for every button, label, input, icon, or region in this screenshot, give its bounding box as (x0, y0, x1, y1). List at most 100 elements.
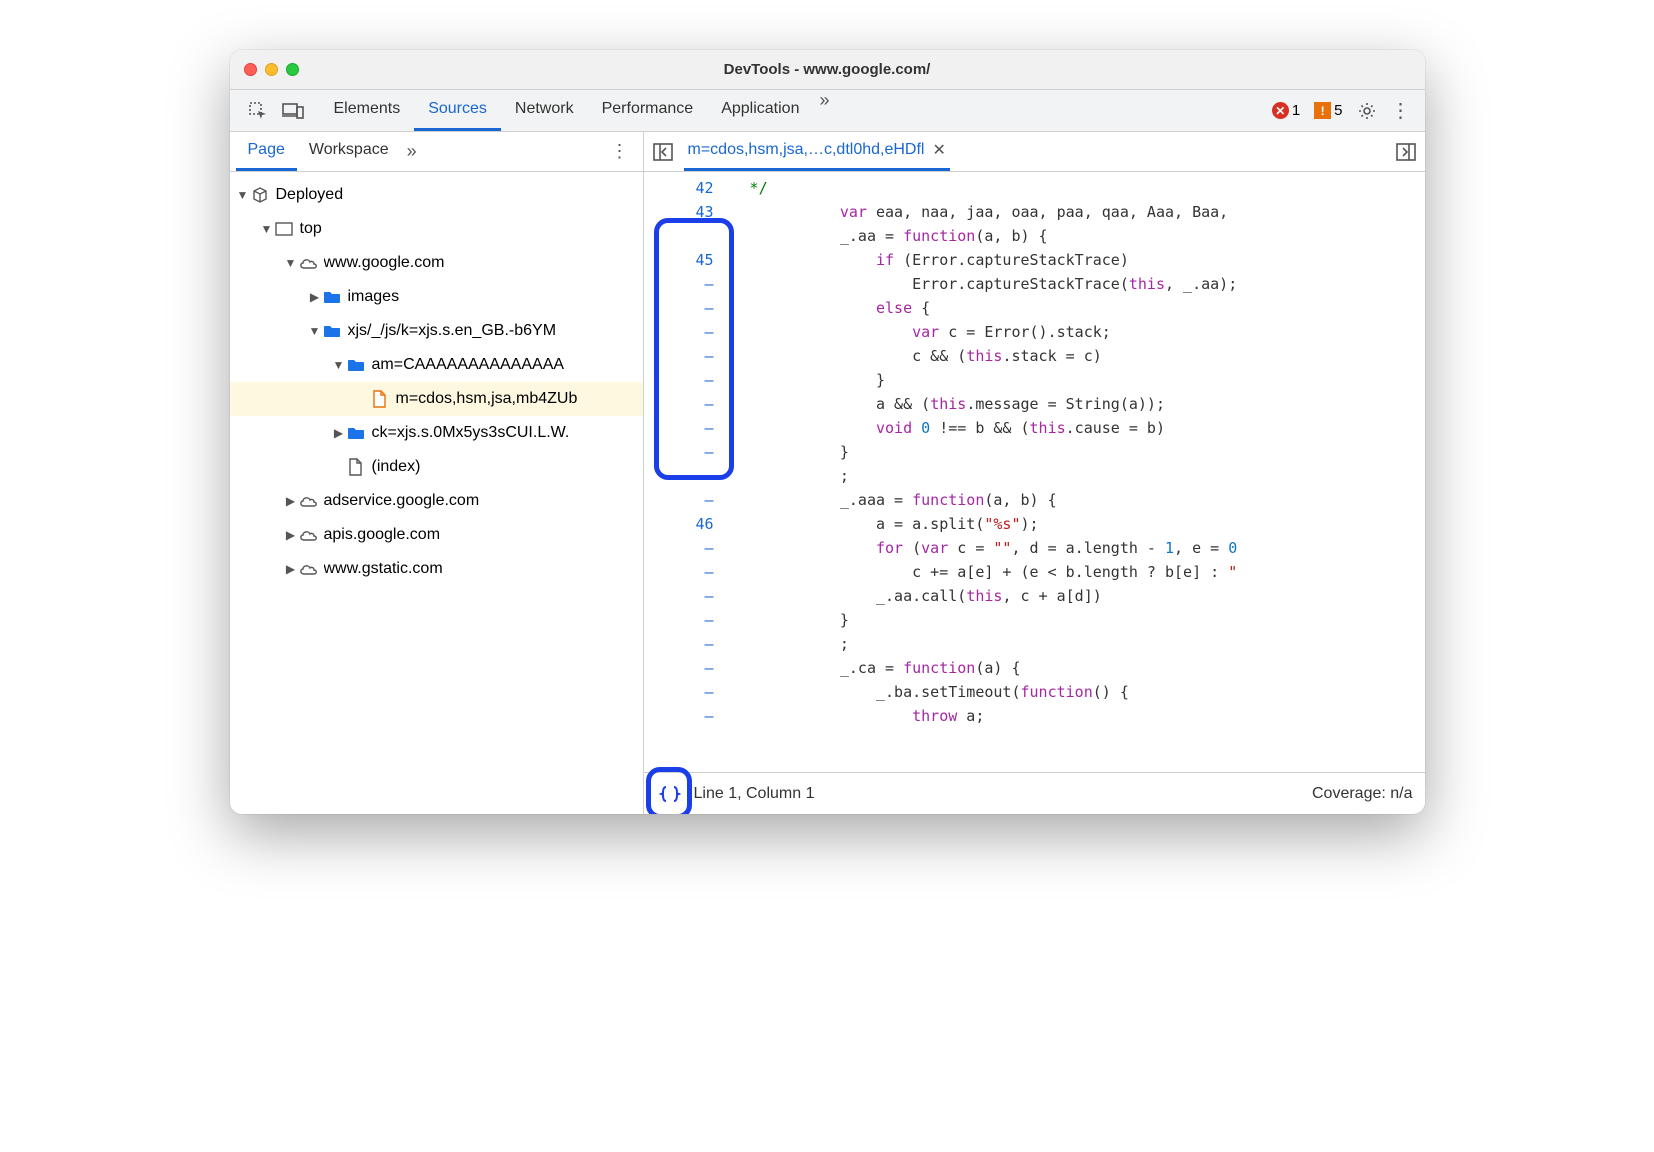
tree-label: (index) (372, 458, 421, 476)
tree-label: ck=xjs.s.0Mx5ys3sCUI.L.W. (372, 424, 570, 442)
file-js-icon (370, 390, 390, 408)
code-line: void 0 !== b && (this.cause = b) (732, 416, 1425, 440)
tree-row[interactable]: ▼xjs/_/js/k=xjs.s.en_GB.-b6YM (230, 314, 643, 348)
tree-row[interactable]: ▶ ck=xjs.s.0Mx5ys3sCUI.L.W. (230, 416, 643, 450)
line-number[interactable]: 45 (644, 248, 714, 272)
gutter-fold-dash[interactable] (644, 608, 714, 632)
chevron-down-icon[interactable]: ▼ (308, 324, 322, 338)
gutter-fold-dash[interactable] (644, 536, 714, 560)
tree-label: Deployed (276, 186, 344, 204)
window-title: DevTools - www.google.com/ (230, 61, 1425, 78)
chevron-down-icon[interactable]: ▼ (332, 358, 346, 372)
errors-count: 1 (1292, 102, 1300, 119)
gutter-fold-dash[interactable] (644, 320, 714, 344)
tree-row[interactable]: m=cdos,hsm,jsa,mb4ZUb (230, 382, 643, 416)
tree-label: apis.google.com (324, 526, 441, 544)
code-line: _.ba.setTimeout(function() { (732, 680, 1425, 704)
folder-icon (346, 426, 366, 441)
file-icon (346, 458, 366, 476)
chevron-down-icon[interactable]: ▼ (236, 188, 250, 202)
more-options-icon[interactable]: ⋮ (1391, 101, 1411, 121)
toggle-debugger-icon[interactable] (1395, 141, 1417, 163)
gutter-fold-dash[interactable] (644, 368, 714, 392)
gutter-fold-dash[interactable] (644, 584, 714, 608)
tree-row[interactable]: ▼www.google.com (230, 246, 643, 280)
navigator-tab-page[interactable]: Page (236, 132, 297, 171)
editor-status-bar: Line 1, Column 1 Coverage: n/a (644, 772, 1425, 814)
editor-tab-active[interactable]: m=cdos,hsm,jsa,…c,dtl0hd,eHDfl ✕ (684, 132, 950, 171)
navigator-more-options-icon[interactable]: ⋮ (603, 141, 637, 162)
panel-tabs: Elements Sources Network Performance App… (320, 90, 834, 131)
code-line: a && (this.message = String(a)); (732, 392, 1425, 416)
line-number-gutter[interactable]: 4243 45 46 (644, 172, 724, 772)
code-line: } (732, 368, 1425, 392)
cursor-position: Line 1, Column 1 (694, 785, 815, 803)
tree-row[interactable]: ▶www.gstatic.com (230, 552, 643, 586)
settings-icon[interactable] (1357, 101, 1377, 121)
gutter-fold-dash[interactable] (644, 272, 714, 296)
gutter-fold-dash[interactable] (644, 344, 714, 368)
chevron-down-icon[interactable]: ▼ (260, 222, 274, 236)
tree-label: top (300, 220, 322, 238)
gutter-fold-dash[interactable] (644, 392, 714, 416)
code-line: var eaa, naa, jaa, oaa, paa, qaa, Aaa, B… (732, 200, 1425, 224)
gutter-fold-dash[interactable] (644, 296, 714, 320)
tab-sources[interactable]: Sources (414, 90, 501, 131)
tree-row[interactable]: ▶adservice.google.com (230, 484, 643, 518)
code-area[interactable]: */ var eaa, naa, jaa, oaa, paa, qaa, Aaa… (724, 172, 1425, 772)
gutter-fold-dash[interactable] (644, 560, 714, 584)
chevron-right-icon[interactable]: ▶ (284, 528, 298, 542)
tree-row[interactable]: ▶ apis.google.com (230, 518, 643, 552)
chevron-down-icon[interactable]: ▼ (284, 256, 298, 270)
errors-badge[interactable]: ✕ 1 (1272, 102, 1300, 119)
tree-row[interactable]: (index) (230, 450, 643, 484)
maximize-window-button[interactable] (286, 63, 299, 76)
tree-row[interactable]: ▼ am=CAAAAAAAAAAAAAA (230, 348, 643, 382)
code-line: throw a; (732, 704, 1425, 728)
warning-icon: ! (1314, 102, 1331, 119)
navigator-tabs: Page Workspace » ⋮ (230, 132, 643, 172)
warnings-count: 5 (1334, 102, 1342, 119)
tree-row[interactable]: ▼ top (230, 212, 643, 246)
gutter-fold-dash[interactable] (644, 464, 714, 488)
gutter-fold-dash[interactable] (644, 440, 714, 464)
tab-elements[interactable]: Elements (320, 90, 415, 131)
inspect-element-icon[interactable] (248, 101, 268, 121)
chevron-right-icon[interactable]: ▶ (332, 426, 346, 440)
minimize-window-button[interactable] (265, 63, 278, 76)
navigator-tab-workspace[interactable]: Workspace (297, 132, 401, 171)
folder-icon (346, 358, 366, 373)
close-window-button[interactable] (244, 63, 257, 76)
tree-row[interactable]: ▼ Deployed (230, 178, 643, 212)
editor-panel: m=cdos,hsm,jsa,…c,dtl0hd,eHDfl ✕ 4243454… (644, 132, 1425, 814)
toggle-navigator-icon[interactable] (652, 141, 674, 163)
gutter-fold-dash[interactable] (644, 632, 714, 656)
gutter-fold-dash[interactable] (644, 656, 714, 680)
tree-label: am=CAAAAAAAAAAAAAA (372, 356, 565, 374)
gutter-fold-dash[interactable] (644, 416, 714, 440)
chevron-right-icon[interactable]: ▶ (284, 494, 298, 508)
more-tabs-icon[interactable]: » (813, 90, 833, 131)
code-editor[interactable]: 4243 45 46 */ var eaa, naa, jaa, oaa, paa,… (644, 172, 1425, 772)
gutter-fold-dash[interactable] (644, 488, 714, 512)
tree-row[interactable]: ▶images (230, 280, 643, 314)
pretty-print-button[interactable] (656, 780, 684, 808)
warnings-badge[interactable]: ! 5 (1314, 102, 1342, 119)
navigator-more-tabs-icon[interactable]: » (401, 141, 421, 162)
devtools-window: DevTools - www.google.com/ Elements Sour… (230, 50, 1425, 814)
line-number[interactable]: 46 (644, 512, 714, 536)
code-line: _.aaa = function(a, b) { (732, 488, 1425, 512)
tab-performance[interactable]: Performance (588, 90, 708, 131)
line-number[interactable]: 43 (644, 200, 714, 224)
code-line: var c = Error().stack; (732, 320, 1425, 344)
close-tab-icon[interactable]: ✕ (932, 140, 945, 160)
device-toolbar-icon[interactable] (282, 102, 304, 120)
gutter-fold-dash[interactable] (644, 680, 714, 704)
chevron-right-icon[interactable]: ▶ (308, 290, 322, 304)
gutter-fold-dash[interactable] (644, 704, 714, 728)
tab-network[interactable]: Network (501, 90, 588, 131)
line-number[interactable]: 42 (644, 176, 714, 200)
line-number[interactable] (644, 224, 714, 248)
tab-application[interactable]: Application (707, 90, 813, 131)
chevron-right-icon[interactable]: ▶ (284, 562, 298, 576)
